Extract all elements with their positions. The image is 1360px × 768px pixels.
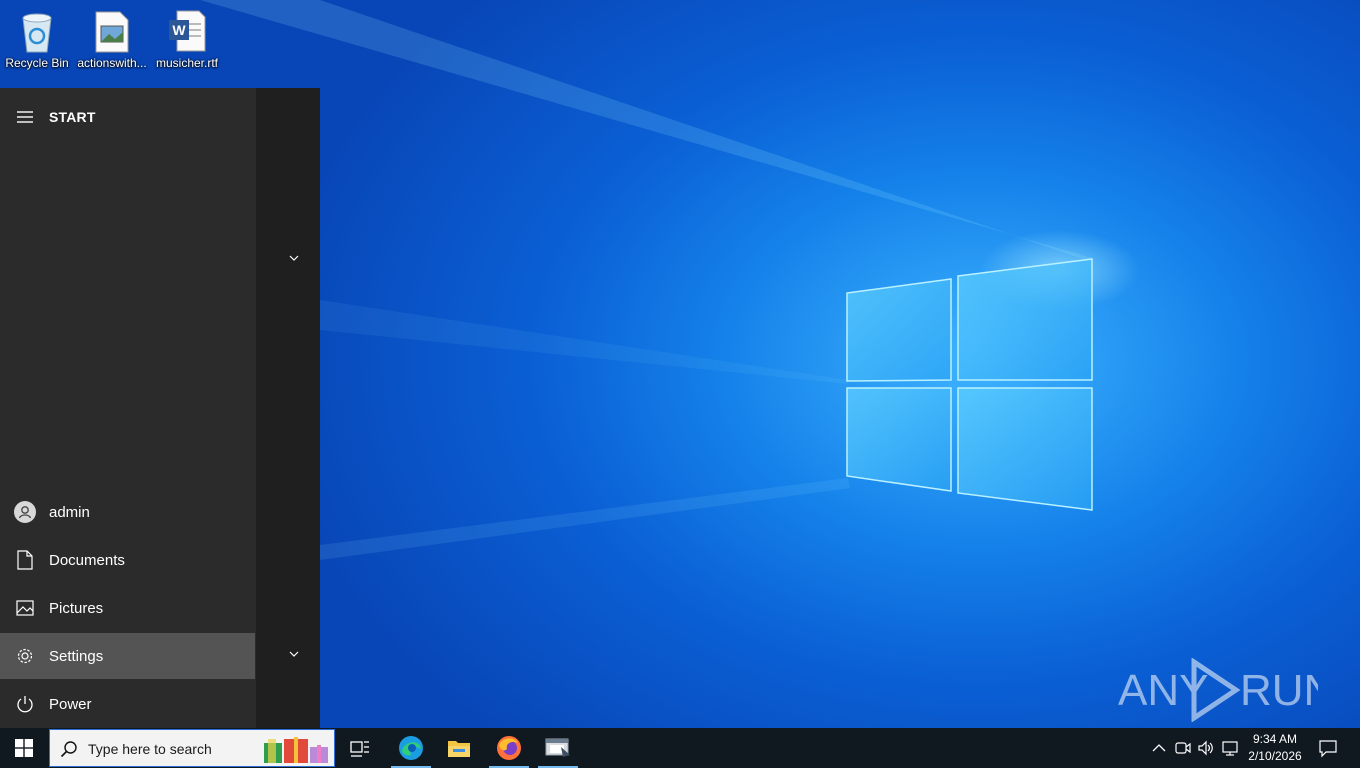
task-view-icon: [350, 741, 369, 757]
meet-now-icon[interactable]: [1174, 739, 1192, 757]
notification-icon[interactable]: [1318, 738, 1338, 758]
gear-icon: [14, 645, 36, 667]
start-item-user[interactable]: admin: [0, 489, 255, 535]
edge-browser-icon: [399, 736, 423, 760]
start-button[interactable]: [0, 728, 48, 768]
taskbar-file-explorer[interactable]: [436, 728, 482, 768]
app-window-icon: [545, 738, 570, 757]
power-icon: [14, 693, 36, 715]
taskbar-search-box[interactable]: Type here to search: [49, 729, 335, 767]
start-item-pictures[interactable]: Pictures: [0, 585, 255, 631]
taskbar-clock[interactable]: 9:34 AM 2/10/2026: [1246, 731, 1304, 765]
user-icon: [14, 501, 36, 523]
search-placeholder: Type here to search: [88, 741, 212, 757]
start-item-label: Pictures: [49, 599, 104, 617]
start-app-list: [256, 88, 320, 728]
clock-date: 2/10/2026: [1248, 749, 1302, 763]
start-item-power[interactable]: Power: [0, 681, 255, 727]
volume-icon[interactable]: [1197, 739, 1215, 757]
desktop-icon-musicher[interactable]: W musicher.rtf: [151, 6, 223, 78]
hamburger-menu-icon: [14, 106, 36, 128]
desktop-icon-label: Recycle Bin: [5, 56, 69, 70]
svg-text:W: W: [172, 22, 186, 38]
taskbar-task-view[interactable]: [337, 728, 383, 768]
desktop-icon-label: actionswith...: [77, 56, 147, 70]
search-icon: [60, 741, 77, 758]
word-document-icon: W: [165, 8, 209, 54]
firefox-icon: [497, 736, 521, 760]
document-icon: [14, 549, 36, 571]
svg-text:RUN: RUN: [1240, 666, 1318, 715]
gift-boxes-icon: [264, 737, 328, 763]
recycle-bin-icon: [15, 8, 59, 54]
start-item-settings[interactable]: Settings: [0, 633, 255, 679]
chevron-down-icon[interactable]: [286, 250, 302, 266]
windows-logo-icon: [15, 739, 33, 757]
pictures-icon: [14, 597, 36, 619]
start-menu-title: START: [49, 109, 96, 125]
desktop-icon-recycle-bin[interactable]: Recycle Bin: [1, 6, 73, 78]
taskbar-firefox[interactable]: [486, 728, 532, 768]
desktop-icon-actionswith[interactable]: actionswith...: [76, 6, 148, 78]
start-menu-expand-button[interactable]: START: [0, 94, 255, 140]
chevron-up-icon[interactable]: [1150, 739, 1168, 757]
chevron-down-icon[interactable]: [286, 646, 302, 662]
taskbar-edge[interactable]: [388, 728, 434, 768]
taskbar: Type here to search 9:34 AM 2/10/2026: [0, 728, 1360, 768]
start-item-label: Documents: [49, 551, 125, 569]
start-item-label: admin: [49, 503, 90, 521]
image-file-icon: [90, 8, 134, 54]
start-item-label: Power: [49, 695, 92, 713]
anyrun-watermark-logo: ANY RUN: [1118, 658, 1318, 722]
network-icon[interactable]: [1222, 739, 1240, 757]
taskbar-app-window[interactable]: [535, 728, 581, 768]
start-menu-rail: START admin Documents Pictures Settings: [0, 88, 256, 728]
clock-time: 9:34 AM: [1252, 732, 1298, 746]
start-item-documents[interactable]: Documents: [0, 537, 255, 583]
start-menu: START admin Documents Pictures Settings: [0, 88, 320, 728]
folder-icon: [448, 741, 470, 757]
desktop-icon-label: musicher.rtf: [155, 56, 218, 70]
start-item-label: Settings: [49, 647, 104, 665]
